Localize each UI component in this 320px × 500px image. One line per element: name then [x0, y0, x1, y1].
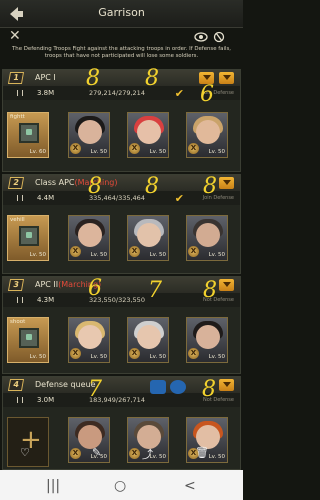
rank-badge-icon: X [70, 246, 81, 257]
power-value: 3.0M [37, 396, 55, 404]
system-back-button[interactable]: < [184, 478, 196, 494]
annotation-number: 8 [202, 377, 216, 402]
power-icon [17, 195, 23, 201]
power-icon [17, 90, 23, 96]
hero-card[interactable]: X Lv. 50 [186, 215, 228, 261]
vehicle-icon [19, 226, 39, 246]
defense-info-text: The Defending Troops Fight against the a… [12, 46, 231, 59]
hero-card[interactable]: X Lv. 50 [127, 112, 169, 158]
annotation-number: 6 [88, 276, 102, 301]
hero-portrait [78, 223, 102, 247]
power-value: 4.4M [37, 194, 55, 202]
hero-card[interactable]: X Lv. 50 [186, 112, 228, 158]
hero-portrait [78, 325, 102, 349]
annotation-number: 8 [88, 174, 102, 199]
rank-badge-icon: X [129, 143, 140, 154]
hero-portrait [78, 120, 102, 144]
top-bar: Garrison [0, 0, 243, 28]
eye-icon[interactable] [194, 31, 208, 43]
power-icon [17, 397, 23, 403]
power-value: 3.8M [37, 89, 55, 97]
annotation-number: 8 [203, 278, 217, 303]
edit-icon[interactable]: ✎ [92, 446, 101, 459]
section-title: APC I [35, 73, 56, 82]
check-icon: ✔ [174, 87, 184, 100]
hero-portrait [137, 325, 161, 349]
rank-badge-icon: X [188, 246, 199, 257]
vehicle-card[interactable]: shoot Lv. 50 [7, 317, 49, 363]
annotation-number: 6 [200, 82, 214, 107]
section-number: 4 [7, 379, 25, 391]
trash-icon[interactable]: 🗑 [195, 446, 209, 459]
collapse-button[interactable] [219, 279, 234, 291]
recent-apps-button[interactable]: ||| [46, 478, 60, 494]
check-icon: ✔ [174, 192, 184, 205]
annotation-number: 8 [145, 66, 159, 91]
hero-card[interactable]: X Lv. 50 [127, 317, 169, 363]
collapse-button[interactable] [219, 379, 234, 391]
swap-icon[interactable] [212, 31, 226, 43]
hero-card[interactable]: X Lv. 50 [68, 215, 110, 261]
vehicle-icon [19, 123, 39, 143]
rank-badge-icon: X [70, 348, 81, 359]
section-title: Class APC(Marching) [35, 178, 118, 187]
hero-card[interactable]: X Lv. 50 [68, 112, 110, 158]
hero-card[interactable]: X Lv. 50 [186, 317, 228, 363]
rank-badge-icon: X [129, 448, 140, 459]
hero-card[interactable]: X Lv. 50 [68, 317, 110, 363]
rank-badge-icon: X [70, 143, 81, 154]
annotation-number: 7 [148, 278, 162, 303]
annotation-number: 7 [88, 377, 102, 402]
power-icon [17, 297, 23, 303]
vehicle-card[interactable]: fightt Lv. 60 [7, 112, 49, 158]
home-button[interactable]: ○ [114, 478, 126, 494]
rank-badge-icon: X [70, 448, 81, 459]
hero-portrait [196, 325, 220, 349]
gear-icon[interactable] [170, 380, 186, 394]
rank-badge-icon: X [188, 348, 199, 359]
close-icon[interactable]: ✕ [9, 28, 21, 44]
section-number: 2 [7, 177, 25, 189]
power-value: 4.3M [37, 296, 55, 304]
annotation-number: 8 [145, 174, 159, 199]
hero-card[interactable]: X Lv. 50 [68, 417, 110, 463]
hero-portrait [196, 223, 220, 247]
rank-badge-icon: X [129, 348, 140, 359]
hero-portrait [137, 223, 161, 247]
hero-portrait [137, 120, 161, 144]
vehicle-card[interactable]: vehill Lv. 50 [7, 215, 49, 261]
hero-portrait [196, 120, 220, 144]
share-icon[interactable]: ⤴ [142, 446, 153, 462]
heart-icon[interactable]: ♡ [20, 446, 30, 459]
section-title: Defense queue [35, 380, 96, 389]
section-number: 1 [7, 72, 25, 84]
hero-card[interactable]: X Lv. 50 [127, 215, 169, 261]
car-icon[interactable] [150, 380, 166, 394]
section-number: 3 [7, 279, 25, 291]
annotation-number: 8 [203, 174, 217, 199]
page-title: Garrison [98, 6, 145, 19]
vehicle-icon [19, 328, 39, 348]
annotation-number: 8 [86, 66, 100, 91]
collapse-button[interactable] [219, 177, 234, 189]
system-navbar: ||| ○ < [0, 470, 243, 500]
add-vehicle-slot[interactable]: + [7, 417, 49, 467]
rank-badge-icon: X [188, 143, 199, 154]
collapse-button[interactable] [219, 72, 234, 84]
rank-badge-icon: X [129, 246, 140, 257]
